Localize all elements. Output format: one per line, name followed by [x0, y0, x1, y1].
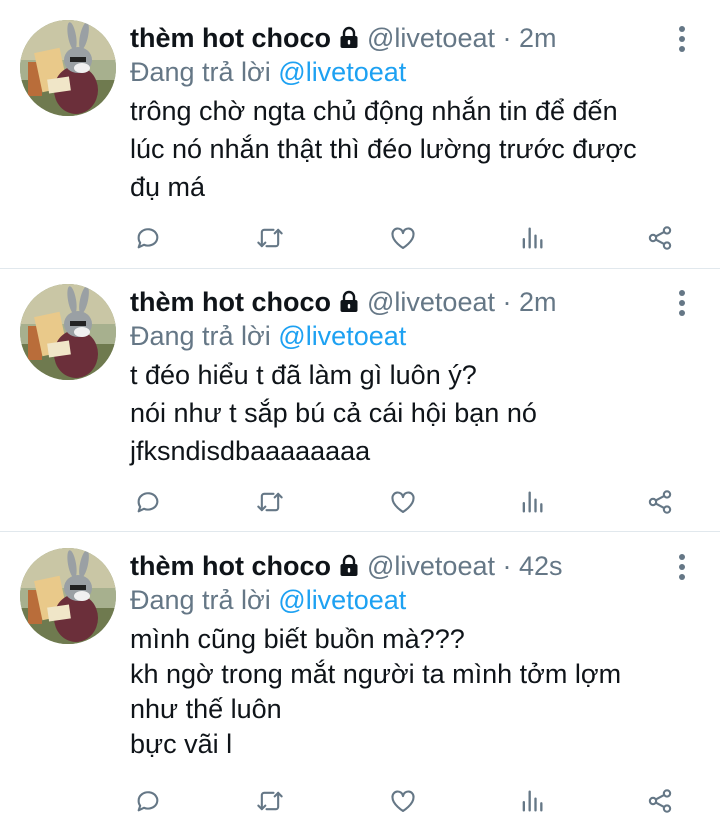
analytics-button[interactable] — [512, 482, 552, 522]
tweet-text-line: bực vãi l — [130, 729, 233, 759]
avatar[interactable] — [20, 548, 116, 644]
share-icon — [646, 488, 674, 516]
tweet-text-line: lúc nó nhắn thật thì đéo lường trước đượ… — [130, 134, 637, 164]
tweet-text-line: kh ngờ trong mắt người ta mình tởm lợm — [130, 659, 622, 689]
tweet-text-line: mình cũng biết buồn mà??? — [130, 624, 465, 654]
more-icon[interactable] — [670, 552, 694, 582]
replying-to: Đang trả lời @livetoeat — [130, 580, 406, 620]
share-button[interactable] — [640, 218, 680, 258]
tweet-actions — [0, 781, 720, 821]
handle[interactable]: @livetoeat — [367, 23, 495, 53]
tweet-text: t đéo hiểu t đã làm gì luôn ý? nói như t… — [130, 356, 700, 470]
reply-button[interactable] — [128, 482, 168, 522]
replying-to-handle[interactable]: @livetoeat — [278, 321, 406, 351]
like-icon — [389, 787, 417, 815]
analytics-icon — [518, 488, 546, 516]
replying-to-handle[interactable]: @livetoeat — [278, 57, 406, 87]
like-icon — [389, 488, 417, 516]
avatar[interactable] — [20, 284, 116, 380]
tweet[interactable]: thèm hot choco @livetoeat · 42s Đang trả … — [0, 546, 720, 824]
display-name[interactable]: thèm hot choco — [130, 551, 331, 581]
tweet-divider — [0, 531, 720, 532]
analytics-button[interactable] — [512, 218, 552, 258]
tweet[interactable]: thèm hot choco @livetoeat · 2m Đang trả l… — [0, 282, 720, 532]
analytics-icon — [518, 224, 546, 252]
replying-to-handle[interactable]: @livetoeat — [278, 585, 406, 615]
tweet-text-line: trông chờ ngta chủ động nhắn tin để đến — [130, 96, 618, 126]
replying-to-label: Đang trả lời — [130, 585, 271, 615]
reply-icon — [134, 224, 162, 252]
retweet-icon — [256, 787, 284, 815]
timestamp[interactable]: 2m — [519, 287, 557, 317]
tweet-text-line: jfksndisdbaaaaaaaa — [130, 436, 371, 466]
share-icon — [646, 787, 674, 815]
tweet-divider — [0, 268, 720, 269]
reply-button[interactable] — [128, 218, 168, 258]
display-name[interactable]: thèm hot choco — [130, 23, 331, 53]
retweet-button[interactable] — [250, 482, 290, 522]
tweet-text-line: đụ má — [130, 172, 206, 202]
share-button[interactable] — [640, 482, 680, 522]
tweet-text-line: nói như t sắp bú cả cái hội bạn nó — [130, 398, 537, 428]
analytics-icon — [518, 787, 546, 815]
timestamp[interactable]: 2m — [519, 23, 557, 53]
like-button[interactable] — [383, 218, 423, 258]
lock-icon — [337, 554, 361, 578]
retweet-button[interactable] — [250, 218, 290, 258]
replying-to: Đang trả lời @livetoeat — [130, 52, 406, 92]
reply-button[interactable] — [128, 781, 168, 821]
separator: · — [502, 551, 512, 581]
avatar[interactable] — [20, 20, 116, 116]
replying-to-label: Đang trả lời — [130, 57, 271, 87]
share-button[interactable] — [640, 781, 680, 821]
reply-icon — [134, 787, 162, 815]
separator: · — [502, 23, 512, 53]
tweet-actions — [0, 482, 720, 522]
handle[interactable]: @livetoeat — [367, 551, 495, 581]
tweet-text: trông chờ ngta chủ động nhắn tin để đến … — [130, 92, 700, 206]
more-icon[interactable] — [670, 288, 694, 318]
share-icon — [646, 224, 674, 252]
tweet-text-line: như thế luôn — [130, 694, 282, 724]
tweet-text: mình cũng biết buồn mà??? kh ngờ trong m… — [130, 622, 700, 762]
retweet-icon — [256, 488, 284, 516]
replying-to: Đang trả lời @livetoeat — [130, 316, 406, 356]
analytics-button[interactable] — [512, 781, 552, 821]
more-icon[interactable] — [670, 24, 694, 54]
handle[interactable]: @livetoeat — [367, 287, 495, 317]
display-name[interactable]: thèm hot choco — [130, 287, 331, 317]
like-button[interactable] — [383, 482, 423, 522]
separator: · — [502, 287, 512, 317]
replying-to-label: Đang trả lời — [130, 321, 271, 351]
lock-icon — [337, 290, 361, 314]
tweet[interactable]: thèm hot choco @livetoeat · 2m Đang trả l… — [0, 18, 720, 268]
retweet-button[interactable] — [250, 781, 290, 821]
timestamp[interactable]: 42s — [519, 551, 563, 581]
tweet-actions — [0, 218, 720, 258]
tweet-text-line: t đéo hiểu t đã làm gì luôn ý? — [130, 360, 477, 390]
reply-icon — [134, 488, 162, 516]
like-button[interactable] — [383, 781, 423, 821]
retweet-icon — [256, 224, 284, 252]
lock-icon — [337, 26, 361, 50]
like-icon — [389, 224, 417, 252]
